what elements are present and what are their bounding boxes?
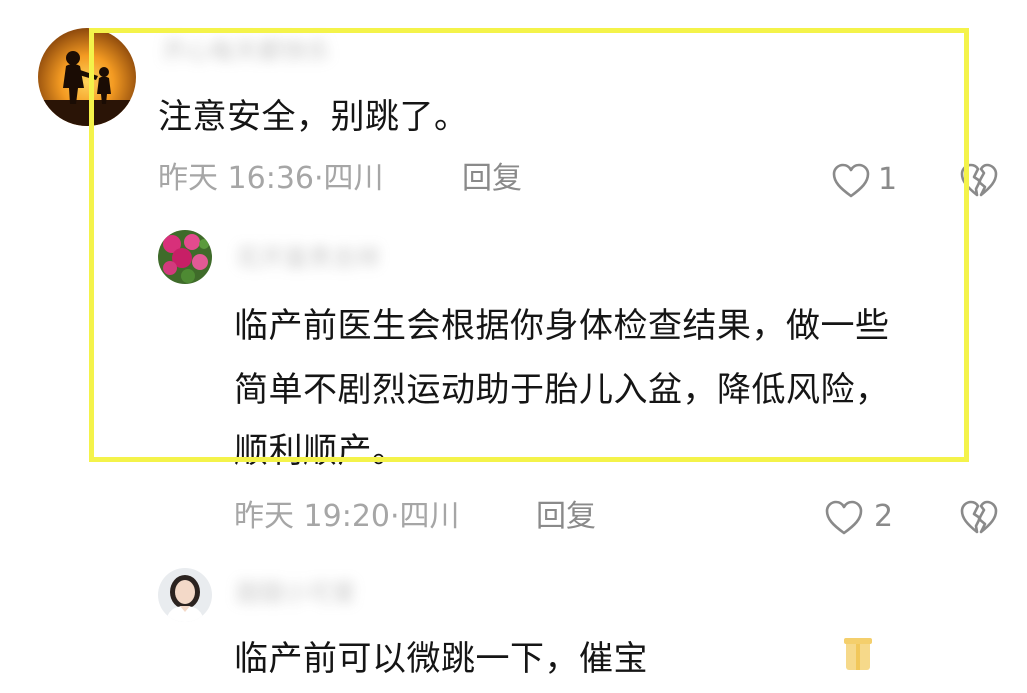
gift-svg [844,638,872,670]
comment-text: 注意安全，别跳了。 [158,97,469,137]
reply-location: 四川 [399,499,460,534]
broken-heart-icon[interactable] [958,160,1000,200]
reply-text-line-3: 顺利顺产。 [234,431,407,471]
comment-username-blurred[interactable]: 开心每天都快乐 [162,38,330,64]
broken-heart-icon[interactable] [958,497,1000,537]
heart-outline-icon[interactable] [830,160,872,200]
broken-heart-svg [960,500,998,534]
reply-timestamp: 昨天 19:20·四川 [234,502,460,532]
avatar-pink-flowers[interactable] [158,230,212,284]
heart-outline-svg [825,500,863,535]
comment-timestamp: 昨天 16:36·四川 [158,164,384,194]
reply-button[interactable]: 回复 [462,164,522,194]
reply-text-line-2: 简单不剧烈运动助于胎儿入盆，降低风险， [234,370,890,410]
meta-separator: · [390,499,400,534]
like-count: 1 [878,162,898,197]
heart-outline-icon[interactable] [823,497,865,537]
comment-location: 四川 [323,161,384,196]
sunset-avatar-image [38,28,136,126]
woman-avatar-image [158,568,212,622]
reply-text-line-1: 临产前医生会根据你身体检查结果，做一些 [234,306,890,346]
comment-time: 昨天 16:36 [158,161,314,196]
reply-text: 临产前可以微跳一下，催宝 [234,639,648,679]
reply-button[interactable]: 回复 [536,502,596,532]
like-count: 2 [874,499,894,534]
avatar-woman-portrait[interactable] [158,568,212,622]
reply-username-blurred[interactable]: 花开富贵吉祥 [236,245,380,271]
heart-outline-svg [832,163,870,198]
meta-separator: · [314,161,324,196]
reply-username-blurred[interactable]: 甜甜小可爱 [236,580,356,606]
avatar-sunset-silhouettes[interactable] [38,28,136,126]
gift-icon[interactable] [842,632,874,672]
flower-avatar-image [158,230,212,284]
reply-time: 昨天 19:20 [234,499,390,534]
broken-heart-svg [960,163,998,197]
